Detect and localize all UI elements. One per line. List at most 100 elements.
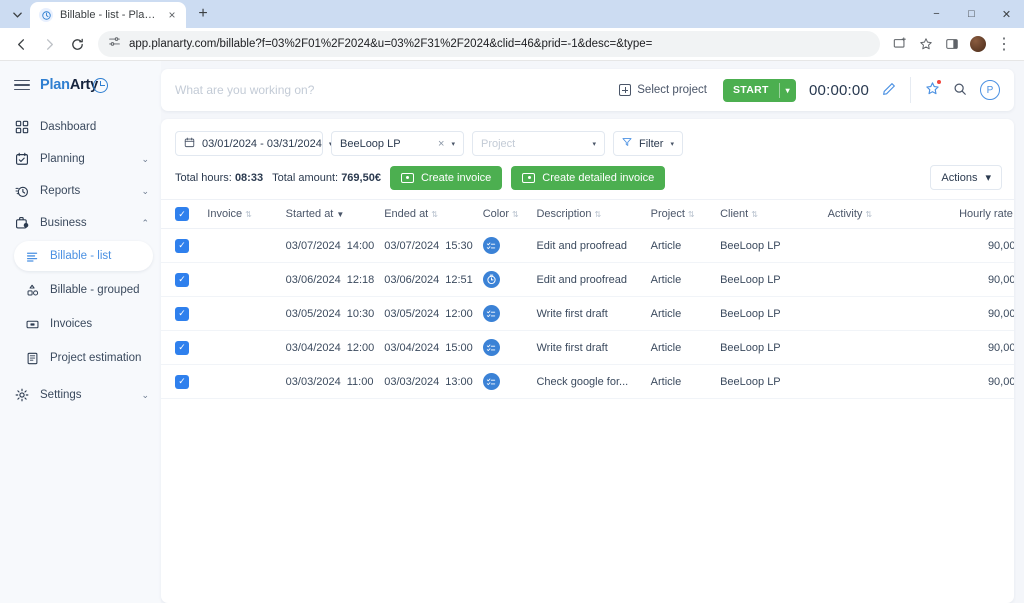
search-icon[interactable] [953, 82, 967, 99]
star-icon[interactable] [925, 79, 941, 100]
th-client[interactable]: Client ⇅ [714, 199, 822, 229]
close-tab-icon[interactable]: × [164, 7, 180, 23]
chevron-down-icon[interactable]: ⌄ [141, 390, 149, 401]
sort-icon: ⇅ [751, 210, 758, 219]
row-checkbox[interactable]: ✓ [175, 340, 189, 355]
row-checkbox[interactable]: ✓ [175, 306, 189, 321]
cell-hourly-rate: 90,00€ [929, 228, 1014, 263]
new-tab-button[interactable]: + [190, 1, 216, 27]
cast-icon[interactable] [888, 32, 912, 56]
pencil-icon[interactable] [882, 82, 896, 99]
filter-button[interactable]: Filter ▾ [613, 131, 683, 156]
sidebar-item-settings[interactable]: Settings ⌄ [0, 379, 161, 411]
dashboard-icon [14, 119, 30, 135]
billable-card: 03/01/2024 - 03/31/2024 ▾ BeeLoop LP × ▾… [161, 119, 1014, 603]
minimize-button[interactable]: − [919, 0, 954, 28]
sidebar-item-reports[interactable]: Reports ⌄ [0, 175, 161, 207]
actions-label: Actions [941, 171, 978, 184]
cell-color [476, 296, 531, 331]
select-project-button[interactable]: Select project [603, 84, 723, 96]
th-label: Ended at [384, 208, 429, 220]
th-hourly-rate[interactable]: Hourly rate⇅ [929, 199, 1014, 229]
table-scroll-container[interactable]: ✓ Invoice ⇅ Started at ▼ Ended at ⇅ Color ⇅ … [161, 199, 1014, 603]
row-select-cell: ✓ [161, 364, 202, 399]
task-list-icon [482, 373, 500, 390]
th-color[interactable]: Color ⇅ [476, 199, 531, 229]
address-bar[interactable]: app.planarty.com/billable?f=03%2F01%2F20… [98, 31, 880, 57]
create-detailed-invoice-button[interactable]: Create detailed invoice [511, 165, 666, 190]
th-label: Invoice [207, 208, 243, 220]
th-label: Hourly rate [959, 208, 1013, 220]
start-timer-button[interactable]: START ▾ [722, 78, 796, 102]
user-avatar[interactable]: P [980, 80, 1000, 100]
client-filter[interactable]: BeeLoop LP × ▾ [331, 131, 464, 156]
ended-date: 03/03/2024 [384, 375, 440, 388]
sort-icon: ⇅ [687, 210, 695, 219]
task-description-input[interactable] [161, 83, 604, 97]
th-activity[interactable]: Activity ⇅ [821, 199, 930, 229]
th-invoice[interactable]: Invoice ⇅ [201, 199, 280, 229]
actions-button[interactable]: Actions ▾ [930, 165, 1002, 190]
project-filter[interactable]: Project ▾ [472, 131, 605, 156]
sidebar-item-project-estimation[interactable]: Project estimation [14, 343, 153, 373]
close-window-button[interactable]: ✕ [989, 0, 1024, 28]
clear-client-icon[interactable]: × [438, 138, 444, 150]
table-row[interactable]: ✓ 03/05/2024 10:30 03/05/2024 12:00 Write fir… [161, 296, 1014, 331]
browser-tab[interactable]: Billable - list - PlanArty × [30, 2, 186, 28]
table-row[interactable]: ✓ 03/03/2024 11:00 03/03/2024 13:00 Check goo… [161, 364, 1014, 399]
sidebar-label: Planning [40, 153, 85, 165]
row-checkbox[interactable]: ✓ [175, 374, 189, 389]
maximize-button[interactable]: □ [954, 0, 989, 28]
sidebar-item-invoices[interactable]: Invoices [14, 309, 153, 339]
tab-search-icon[interactable] [4, 1, 30, 27]
th-ended-at[interactable]: Ended at ⇅ [378, 199, 477, 229]
cell-started-at: 03/07/2024 14:00 [279, 228, 379, 263]
browser-menu-icon[interactable]: ⋮ [992, 32, 1016, 56]
summary-row: Total hours: 08:33 Total amount: 769,50€… [161, 156, 1014, 199]
app-root: Plan Arty Dashboard Planning ⌄ Reports ⌄… [0, 61, 1024, 603]
chevron-down-icon[interactable]: ⌄ [141, 154, 149, 165]
sidebar-item-business[interactable]: Business ⌃ [0, 207, 161, 239]
started-time: 12:00 [346, 341, 375, 354]
th-started-at[interactable]: Started at ▼ [279, 199, 379, 229]
site-settings-icon[interactable] [108, 35, 121, 53]
table-row[interactable]: ✓ 03/07/2024 14:00 03/07/2024 15:30 Edit and … [161, 228, 1014, 263]
chevron-down-icon[interactable]: ⌄ [141, 186, 149, 197]
th-description[interactable]: Description ⇅ [530, 199, 645, 229]
chevron-down-icon[interactable]: ▾ [670, 140, 674, 148]
sidebar-item-billable-list[interactable]: Billable - list [14, 241, 153, 271]
cell-activity [821, 330, 930, 365]
table-row[interactable]: ✓ 03/04/2024 12:00 03/04/2024 15:00 Write fir… [161, 330, 1014, 365]
reload-icon[interactable] [64, 31, 90, 57]
th-project[interactable]: Project ⇅ [644, 199, 715, 229]
chevron-up-icon[interactable]: ⌃ [141, 218, 149, 229]
select-all-checkbox[interactable]: ✓ [175, 207, 189, 221]
row-checkbox[interactable]: ✓ [175, 238, 189, 253]
sidebar-item-billable-grouped[interactable]: Billable - grouped [14, 275, 153, 305]
filter-label: Filter [639, 137, 664, 150]
bookmark-star-icon[interactable] [914, 32, 938, 56]
sidebar-item-dashboard[interactable]: Dashboard [0, 111, 161, 143]
row-select-cell: ✓ [161, 262, 202, 297]
profile-avatar[interactable] [966, 32, 990, 56]
ended-time: 15:00 [445, 341, 473, 354]
row-checkbox[interactable]: ✓ [175, 272, 189, 287]
back-icon[interactable] [8, 31, 34, 57]
funnel-icon [622, 137, 632, 150]
browser-window: Billable - list - PlanArty × + − □ ✕ app… [0, 0, 1024, 603]
sidebar-label: Invoices [50, 318, 93, 330]
table-row[interactable]: ✓ 03/06/2024 12:18 03/06/2024 12:51 Edit and … [161, 262, 1014, 297]
start-dropdown-caret[interactable]: ▾ [780, 79, 796, 102]
date-range-filter[interactable]: 03/01/2024 - 03/31/2024 ▾ [175, 131, 332, 156]
calendar-icon [184, 137, 195, 151]
cell-project: Article [644, 228, 715, 263]
estimation-icon [24, 352, 40, 365]
side-panel-icon[interactable] [940, 32, 964, 56]
cell-ended-at: 03/05/2024 12:00 [378, 296, 477, 331]
hamburger-menu-icon[interactable] [14, 79, 30, 91]
create-invoice-button[interactable]: Create invoice [389, 165, 503, 190]
chevron-down-icon[interactable]: ▾ [985, 171, 991, 184]
chevron-down-icon[interactable]: ▾ [451, 140, 455, 148]
sidebar-item-planning[interactable]: Planning ⌄ [0, 143, 161, 175]
chevron-down-icon[interactable]: ▾ [592, 140, 596, 148]
